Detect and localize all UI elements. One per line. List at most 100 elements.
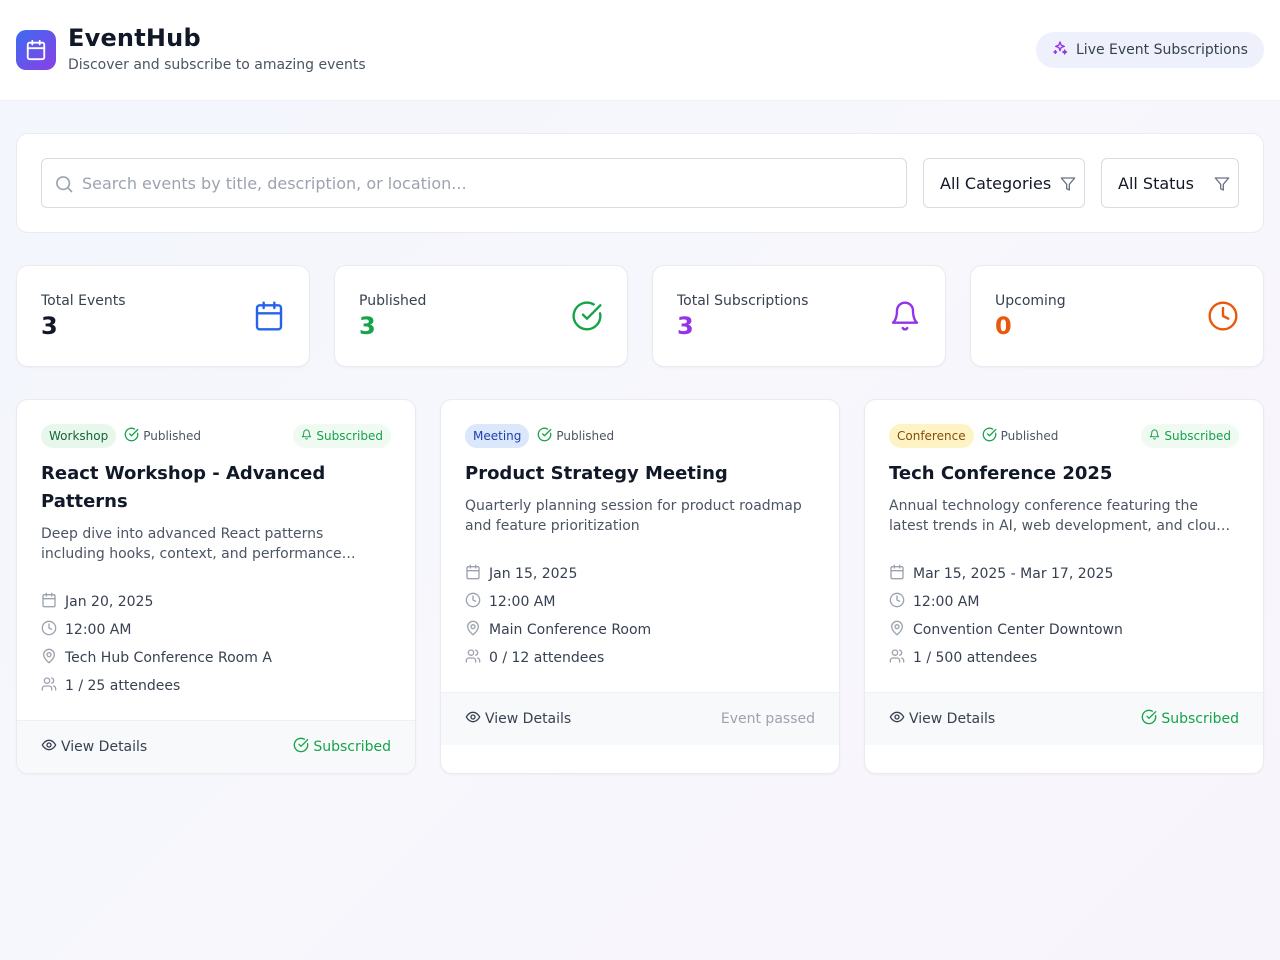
clock-icon (41, 620, 57, 640)
category-select-value: All Categories (940, 173, 1052, 193)
card-spacer (441, 745, 839, 773)
view-details-label: View Details (909, 711, 996, 727)
event-attendees: 1 / 500 attendees (889, 644, 1239, 672)
bell-icon (1149, 429, 1160, 443)
app-header: EventHub Discover and subscribe to amazi… (0, 0, 1280, 101)
category-badge: Workshop (41, 424, 117, 448)
event-date: Jan 15, 2025 (465, 560, 815, 588)
subscribed-badge-label: Subscribed (316, 429, 383, 443)
event-location-text: Tech Hub Conference Room A (65, 650, 272, 666)
category-badge: Conference (889, 424, 974, 448)
calendar-icon (16, 30, 56, 70)
event-card: Meeting Published Product Strategy Meeti… (440, 399, 840, 774)
card-spacer (865, 745, 1263, 773)
check-circle-icon (124, 427, 139, 445)
search-input[interactable] (82, 159, 882, 207)
bell-icon (301, 429, 312, 443)
event-location-text: Main Conference Room (489, 622, 652, 638)
filter-icon (1214, 176, 1230, 196)
event-card-footer: View Details Event passed (441, 692, 839, 745)
event-attendees: 1 / 25 attendees (41, 672, 391, 700)
event-attendees-text: 1 / 25 attendees (65, 678, 181, 694)
view-details-label: View Details (485, 711, 572, 727)
event-passed-status: Event passed (720, 711, 815, 727)
subscribed-status-label: Subscribed (313, 739, 391, 755)
published-status: Published (537, 427, 614, 445)
event-card-footer: View Details Subscribed (17, 720, 415, 773)
view-details-button[interactable]: View Details (889, 709, 995, 729)
event-time-text: 12:00 AM (65, 622, 132, 638)
stat-card-subscriptions: Total Subscriptions 3 (652, 265, 946, 367)
filter-icon (1060, 176, 1076, 196)
event-location: Main Conference Room (465, 616, 815, 644)
app-subtitle: Discover and subscribe to amazing events (68, 57, 366, 73)
calendar-icon (253, 300, 285, 336)
event-date-text: Jan 20, 2025 (65, 594, 154, 610)
calendar-icon (465, 564, 481, 584)
stat-label: Published (359, 293, 427, 309)
event-time-text: 12:00 AM (913, 594, 980, 610)
live-subscriptions-badge: Live Event Subscriptions (1036, 32, 1264, 68)
event-description: Annual technology conference featuring t… (889, 498, 1226, 534)
event-attendees: 0 / 12 attendees (465, 644, 815, 672)
search-field[interactable] (41, 158, 907, 208)
live-subscriptions-label: Live Event Subscriptions (1076, 42, 1248, 58)
event-description: Deep dive into advanced React patterns i… (41, 526, 342, 562)
subscribed-status: Subscribed (1141, 709, 1239, 729)
event-date: Mar 15, 2025 - Mar 17, 2025 (889, 560, 1239, 588)
map-pin-icon (465, 620, 481, 640)
bell-icon (889, 300, 921, 336)
published-status: Published (124, 427, 201, 445)
category-select[interactable]: All Categories (923, 158, 1085, 208)
subscribed-status: Subscribed (293, 737, 391, 757)
published-status: Published (982, 427, 1059, 445)
check-circle-icon (293, 737, 309, 757)
filter-bar: All Categories All Status (16, 133, 1264, 233)
search-icon (54, 174, 74, 198)
event-title: React Workshop - Advanced Patterns (41, 463, 326, 512)
users-icon (41, 676, 57, 696)
stat-label: Total Subscriptions (677, 293, 809, 309)
check-circle-icon (537, 427, 552, 445)
stat-card-upcoming: Upcoming 0 (970, 265, 1264, 367)
event-date-text: Jan 15, 2025 (489, 566, 578, 582)
event-time-text: 12:00 AM (489, 594, 556, 610)
app-title: EventHub (68, 24, 201, 52)
view-details-button[interactable]: View Details (41, 737, 147, 757)
event-title: Tech Conference 2025 (889, 463, 1113, 484)
event-location-text: Convention Center Downtown (913, 622, 1123, 638)
event-title: Product Strategy Meeting (465, 463, 728, 484)
view-details-button[interactable]: View Details (465, 709, 571, 729)
calendar-icon (889, 564, 905, 584)
subscribed-badge-label: Subscribed (1164, 429, 1231, 443)
event-time: 12:00 AM (889, 588, 1239, 616)
stat-value: 0 (995, 312, 1012, 340)
clock-icon (465, 592, 481, 612)
subscribed-badge: Subscribed (293, 424, 391, 448)
map-pin-icon (41, 648, 57, 668)
status-select[interactable]: All Status (1101, 158, 1239, 208)
eye-icon (41, 737, 57, 757)
event-card: Conference Published Subscribed Tech Con… (864, 399, 1264, 774)
clock-icon (889, 592, 905, 612)
stat-value: 3 (677, 312, 694, 340)
event-date: Jan 20, 2025 (41, 588, 391, 616)
category-badge: Meeting (465, 424, 530, 448)
subscribed-badge: Subscribed (1141, 424, 1239, 448)
check-circle-icon (982, 427, 997, 445)
event-card: Workshop Published Subscribed React Work… (16, 399, 416, 774)
event-card-footer: View Details Subscribed (865, 692, 1263, 745)
published-label: Published (143, 429, 201, 443)
stat-card-published: Published 3 (334, 265, 628, 367)
calendar-icon (41, 592, 57, 612)
view-details-label: View Details (61, 739, 148, 755)
users-icon (465, 648, 481, 668)
eye-icon (889, 709, 905, 729)
eye-icon (465, 709, 481, 729)
stat-label: Total Events (41, 293, 126, 309)
event-attendees-text: 1 / 500 attendees (913, 650, 1038, 666)
event-attendees-text: 0 / 12 attendees (489, 650, 605, 666)
published-label: Published (1000, 429, 1059, 443)
stat-label: Upcoming (995, 293, 1066, 309)
stat-value: 3 (41, 312, 58, 340)
